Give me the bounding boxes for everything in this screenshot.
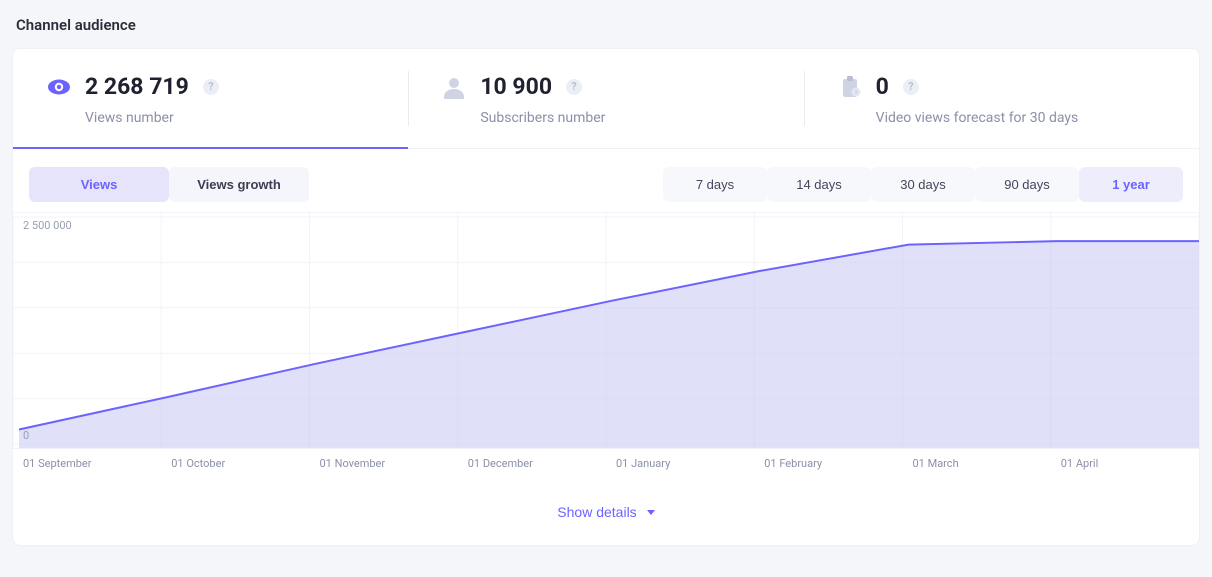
x-tick: 01 October	[161, 457, 309, 470]
chevron-down-icon	[647, 510, 655, 515]
user-icon	[442, 75, 466, 99]
section-title: Channel audience	[16, 16, 1200, 34]
audience-card: 2 268 719 ? Views number 10 900 ?	[12, 48, 1200, 546]
stat-subscribers-label: Subscribers number	[442, 110, 783, 126]
show-details-button[interactable]: Show details	[557, 504, 654, 520]
range-7-days[interactable]: 7 days	[663, 167, 767, 202]
show-details-row: Show details	[13, 474, 1199, 545]
metric-views-growth[interactable]: Views growth	[169, 167, 309, 202]
range-30-days[interactable]: 30 days	[871, 167, 975, 202]
help-icon[interactable]: ?	[566, 79, 582, 95]
range-90-days[interactable]: 90 days	[975, 167, 1079, 202]
range-1-year[interactable]: 1 year	[1079, 167, 1183, 202]
stat-subscribers-value: 10 900	[480, 73, 552, 100]
views-chart: 2 500 000 0	[13, 212, 1199, 448]
x-tick: 01 March	[903, 457, 1051, 470]
controls-row: Views Views growth 7 days 14 days 30 day…	[13, 149, 1199, 212]
x-tick: 01 December	[458, 457, 606, 470]
x-tick: 01 November	[310, 457, 458, 470]
stat-views[interactable]: 2 268 719 ? Views number	[13, 49, 408, 148]
y-tick-top: 2 500 000	[23, 219, 72, 232]
range-14-days[interactable]: 14 days	[767, 167, 871, 202]
y-tick-bottom: 0	[23, 429, 29, 442]
show-details-label: Show details	[557, 504, 636, 520]
chart-container: 2 500 000 0 01 September 01 October 01 N…	[13, 212, 1199, 545]
stat-views-value: 2 268 719	[85, 73, 189, 100]
stat-forecast[interactable]: 0 ? Video views forecast for 30 days	[804, 49, 1199, 148]
metric-toggle: Views Views growth	[29, 167, 309, 202]
eye-icon	[47, 75, 71, 99]
x-tick: 01 April	[1051, 457, 1199, 470]
x-tick: 01 January	[606, 457, 754, 470]
x-tick: 01 February	[754, 457, 902, 470]
metric-views[interactable]: Views	[29, 167, 169, 202]
stat-forecast-value: 0	[876, 73, 889, 100]
help-icon[interactable]: ?	[203, 79, 219, 95]
stat-subscribers[interactable]: 10 900 ? Subscribers number	[408, 49, 803, 148]
x-tick: 01 September	[13, 457, 161, 470]
range-toggle: 7 days 14 days 30 days 90 days 1 year	[663, 167, 1183, 202]
x-axis: 01 September 01 October 01 November 01 D…	[13, 448, 1199, 474]
stat-forecast-label: Video views forecast for 30 days	[838, 110, 1179, 126]
clipboard-icon	[838, 75, 862, 99]
help-icon[interactable]: ?	[903, 79, 919, 95]
active-tab-underline	[13, 147, 408, 149]
stats-row: 2 268 719 ? Views number 10 900 ?	[13, 49, 1199, 148]
stat-views-label: Views number	[47, 110, 388, 126]
